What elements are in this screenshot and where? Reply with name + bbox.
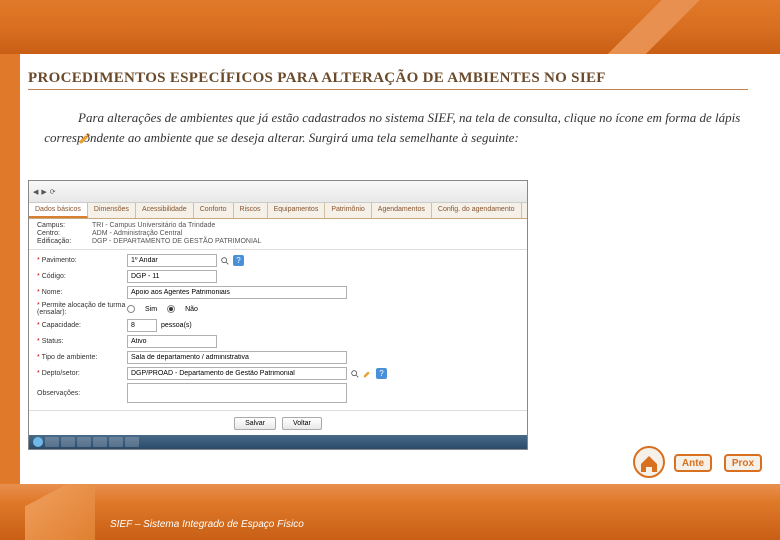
pencil-icon xyxy=(28,131,41,144)
tab-acessibilidade[interactable]: Acessibilidade xyxy=(136,203,194,218)
instruction-text: Para alterações de ambientes que já estã… xyxy=(28,108,748,147)
voltar-button[interactable]: Voltar xyxy=(282,417,322,430)
help-icon[interactable]: ? xyxy=(233,255,244,266)
status-label: * Status: xyxy=(37,338,127,345)
tab-equipamentos[interactable]: Equipamentos xyxy=(268,203,326,218)
edificacao-value: DGP - DEPARTAMENTO DE GESTÃO PATRIMONIAL xyxy=(92,238,261,245)
codigo-label: * Código: xyxy=(37,273,127,280)
taskbar-item[interactable] xyxy=(77,437,91,447)
pavimento-select[interactable] xyxy=(127,254,217,267)
tipo-label: * Tipo de ambiente: xyxy=(37,354,127,361)
pavimento-label: * Pavimento: xyxy=(37,257,127,264)
info-block: Campus:TRI - Campus Universitário da Tri… xyxy=(29,219,527,249)
pencil-icon[interactable] xyxy=(363,369,373,379)
tab-patrimonio[interactable]: Patrimônio xyxy=(325,203,371,218)
taskbar-item[interactable] xyxy=(109,437,123,447)
instruction-part1: Para alterações de ambientes que já estã… xyxy=(78,110,740,125)
edificacao-label: Edificação: xyxy=(37,238,92,245)
form-block: * Pavimento: ? * Código: * Nome: * Permi… xyxy=(29,249,527,410)
radio-sim-label: Sim xyxy=(145,306,157,313)
tipo-select[interactable] xyxy=(127,351,347,364)
centro-value: ADM - Administração Central xyxy=(92,230,182,237)
deptosetor-label: * Depto/setor: xyxy=(37,370,127,377)
taskbar-item[interactable] xyxy=(93,437,107,447)
deptosetor-input[interactable] xyxy=(127,367,347,380)
header-diagonal-accent xyxy=(560,0,760,54)
footer-text: SIEF – Sistema Integrado de Espaço Físic… xyxy=(110,519,304,530)
campus-value: TRI - Campus Universitário da Trindade xyxy=(92,222,215,229)
tab-config-agendamento[interactable]: Config. do agendamento xyxy=(432,203,522,218)
left-band xyxy=(0,54,20,484)
reload-icon[interactable]: ⟳ xyxy=(50,188,56,196)
header-band xyxy=(0,0,780,54)
ante-button[interactable]: Ante xyxy=(674,454,712,472)
browser-toolbar: ◀ ▶ ⟳ xyxy=(29,181,527,203)
prox-button[interactable]: Prox xyxy=(724,454,762,472)
centro-label: Centro: xyxy=(37,230,92,237)
radio-nao-label: Não xyxy=(185,306,198,313)
nome-input[interactable] xyxy=(127,286,347,299)
salvar-button[interactable]: Salvar xyxy=(234,417,276,430)
footer-accent xyxy=(25,484,95,540)
taskbar-start-icon[interactable] xyxy=(33,437,43,447)
back-icon[interactable]: ◀ xyxy=(33,188,38,196)
radio-nao[interactable] xyxy=(167,305,175,313)
footer-band xyxy=(0,484,780,540)
taskbar-item[interactable] xyxy=(61,437,75,447)
nome-label: * Nome: xyxy=(37,289,127,296)
form-buttons: Salvar Voltar xyxy=(29,410,527,436)
home-button[interactable] xyxy=(633,446,665,478)
search-icon[interactable] xyxy=(350,369,360,379)
taskbar-item[interactable] xyxy=(125,437,139,447)
help-icon[interactable]: ? xyxy=(376,368,387,379)
tab-conforto[interactable]: Conforto xyxy=(194,203,234,218)
search-icon[interactable] xyxy=(220,256,230,266)
form-tabs: Dados básicos Dimensões Acessibilidade C… xyxy=(29,203,527,219)
radio-sim[interactable] xyxy=(127,305,135,313)
tab-agendamentos[interactable]: Agendamentos xyxy=(372,203,432,218)
instruction-part2: correspondente ao ambiente que se deseja… xyxy=(44,130,519,145)
tab-dados-basicos[interactable]: Dados básicos xyxy=(29,203,88,218)
tab-riscos[interactable]: Riscos xyxy=(234,203,268,218)
permite-radio-group: Sim Não xyxy=(127,305,198,313)
capacidade-unit: pessoa(s) xyxy=(161,322,192,329)
content-area: PROCEDIMENTOS ESPECÍFICOS PARA ALTERAÇÃO… xyxy=(28,70,748,157)
forward-icon[interactable]: ▶ xyxy=(41,188,46,196)
observacoes-textarea[interactable] xyxy=(127,383,347,403)
tab-dimensoes[interactable]: Dimensões xyxy=(88,203,136,218)
embedded-screenshot: ◀ ▶ ⟳ Dados básicos Dimensões Acessibili… xyxy=(28,180,528,450)
observacoes-label: Observações: xyxy=(37,390,127,397)
windows-taskbar xyxy=(29,435,527,449)
status-select[interactable] xyxy=(127,335,217,348)
main-heading: PROCEDIMENTOS ESPECÍFICOS PARA ALTERAÇÃO… xyxy=(28,70,748,90)
capacidade-input[interactable] xyxy=(127,319,157,332)
permite-label: * Permite alocação de turma (ensalar): xyxy=(37,302,127,316)
campus-label: Campus: xyxy=(37,222,92,229)
taskbar-item[interactable] xyxy=(45,437,59,447)
capacidade-label: * Capacidade: xyxy=(37,322,127,329)
codigo-input[interactable] xyxy=(127,270,217,283)
